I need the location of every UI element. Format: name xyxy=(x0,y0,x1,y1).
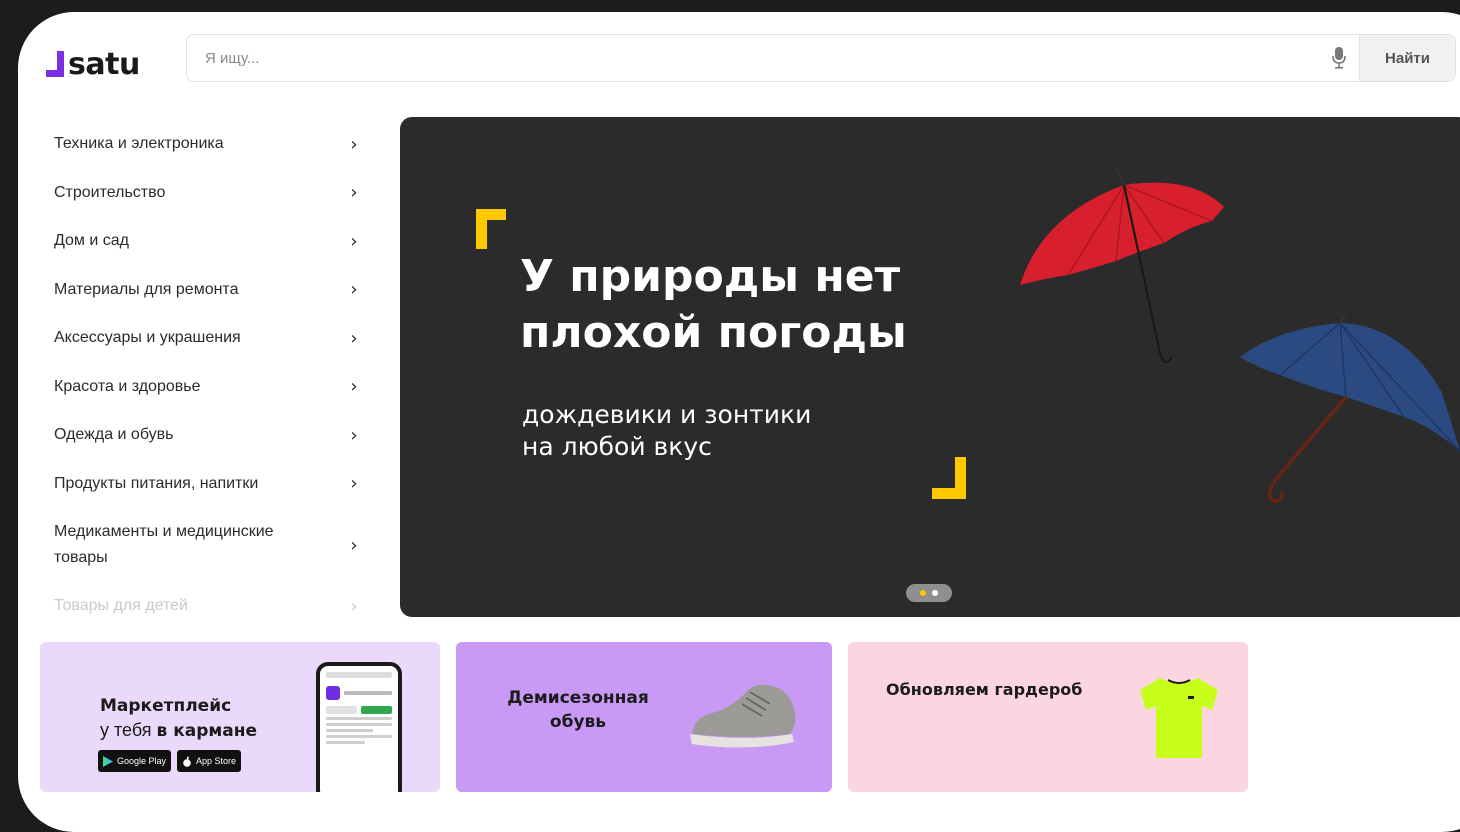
sidebar-item-accessories[interactable]: Аксессуары и украшения › xyxy=(54,314,364,363)
chevron-right-icon: › xyxy=(350,473,358,495)
banner-subtitle-line1: дождевики и зонтики xyxy=(522,400,812,429)
apple-icon xyxy=(183,756,191,767)
red-umbrella-image xyxy=(1020,166,1224,364)
chevron-right-icon: › xyxy=(350,279,358,301)
search-input[interactable] xyxy=(187,35,1319,81)
sidebar-item-label: Строительство xyxy=(54,183,166,201)
sidebar-item-label: Товары для детей xyxy=(54,597,188,615)
shoe-image xyxy=(690,684,796,748)
chevron-right-icon: › xyxy=(350,376,358,398)
promo-shoes-title-line2: обувь xyxy=(549,712,607,732)
search-bar: Найти xyxy=(186,34,1456,82)
sidebar-item-label: Медикаменты и медицинские товары xyxy=(54,523,274,566)
tshirt-image xyxy=(1140,678,1218,758)
carousel-dot-2[interactable] xyxy=(932,590,938,596)
sidebar-item-label: Дом и сад xyxy=(54,232,129,250)
satu-logo[interactable]: satu xyxy=(46,44,140,84)
chevron-right-icon: › xyxy=(350,230,358,252)
sidebar-item-clothing-shoes[interactable]: Одежда и обувь › xyxy=(54,411,364,460)
sidebar-item-label: Материалы для ремонта xyxy=(54,280,239,298)
google-play-label: Google Play xyxy=(117,756,167,766)
sidebar-item-label: Красота и здоровье xyxy=(54,377,201,395)
promo-app-title: Маркетплейс у тебя в кармане xyxy=(100,694,257,743)
sidebar-item-kids[interactable]: Товары для детей › xyxy=(54,582,364,631)
promo-card-shoes[interactable]: Демисезонная обувь xyxy=(456,642,832,792)
promo-shoes-title-line1: Демисезонная xyxy=(507,688,649,708)
corner-bracket-bottom-right xyxy=(932,457,966,499)
promo-app-title-prefix: у тебя xyxy=(100,720,157,740)
banner-title: У природы нет плохой погоды xyxy=(520,251,907,358)
sidebar-item-medical[interactable]: Медикаменты и медицинские товары › xyxy=(54,508,364,582)
sidebar-item-label: Продукты питания, напитки xyxy=(54,474,259,492)
promo-app-title-bold: в кармане xyxy=(156,721,258,741)
promo-card-mobile-app[interactable]: Маркетплейс у тебя в кармане Google Play… xyxy=(40,642,440,792)
sidebar-item-food-drinks[interactable]: Продукты питания, напитки › xyxy=(54,460,364,509)
sidebar-item-label: Техника и электроника xyxy=(54,135,224,153)
sidebar-item-label: Аксессуары и украшения xyxy=(54,329,241,347)
store-badges: Google Play App Store xyxy=(98,750,242,772)
chevron-right-icon: › xyxy=(350,133,358,155)
logo-mark-icon xyxy=(46,51,64,77)
banner-subtitle-line2: на любой вкус xyxy=(522,432,712,461)
logo-text: satu xyxy=(68,46,140,82)
sidebar-item-construction[interactable]: Строительство › xyxy=(54,169,364,218)
chevron-right-icon: › xyxy=(350,327,358,349)
category-sidebar: Техника и электроника › Строительство › … xyxy=(54,120,364,631)
chevron-right-icon: › xyxy=(350,595,358,617)
promo-card-clothes[interactable]: Обновляем гардероб xyxy=(848,642,1248,792)
app-store-badge[interactable]: App Store xyxy=(177,750,242,772)
google-play-badge[interactable]: Google Play xyxy=(98,750,172,772)
sidebar-item-electronics[interactable]: Техника и электроника › xyxy=(54,120,364,169)
carousel-dot-1[interactable] xyxy=(920,590,926,596)
banner-subtitle: дождевики и зонтики на любой вкус xyxy=(522,399,1022,463)
carousel-indicator xyxy=(906,584,952,602)
sidebar-item-home-garden[interactable]: Дом и сад › xyxy=(54,217,364,266)
promo-app-title-line2: у тебя в кармане xyxy=(100,718,257,743)
promo-clothes-title: Обновляем гардероб xyxy=(886,680,1083,699)
blue-umbrella-image xyxy=(1240,313,1460,503)
promo-app-title-line1: Маркетплейс xyxy=(100,696,232,716)
sidebar-item-repair-materials[interactable]: Материалы для ремонта › xyxy=(54,266,364,315)
sidebar-item-label: Одежда и обувь xyxy=(54,426,174,444)
search-button[interactable]: Найти xyxy=(1359,35,1455,81)
sidebar-item-beauty-health[interactable]: Красота и здоровье › xyxy=(54,363,364,412)
hero-banner[interactable]: У природы нет плохой погоды дождевики и … xyxy=(400,117,1460,617)
chevron-right-icon: › xyxy=(350,534,358,556)
microphone-icon[interactable] xyxy=(1319,35,1359,81)
chevron-right-icon: › xyxy=(350,424,358,446)
chevron-right-icon: › xyxy=(350,182,358,204)
page-frame: satu Найти Техника и электроника › Строи… xyxy=(18,12,1460,832)
phone-mockup-image xyxy=(316,662,402,792)
app-store-label: App Store xyxy=(196,756,237,766)
google-play-icon xyxy=(103,755,113,767)
promo-shoes-title: Демисезонная обувь xyxy=(478,686,678,734)
corner-bracket-top-left xyxy=(476,209,506,249)
